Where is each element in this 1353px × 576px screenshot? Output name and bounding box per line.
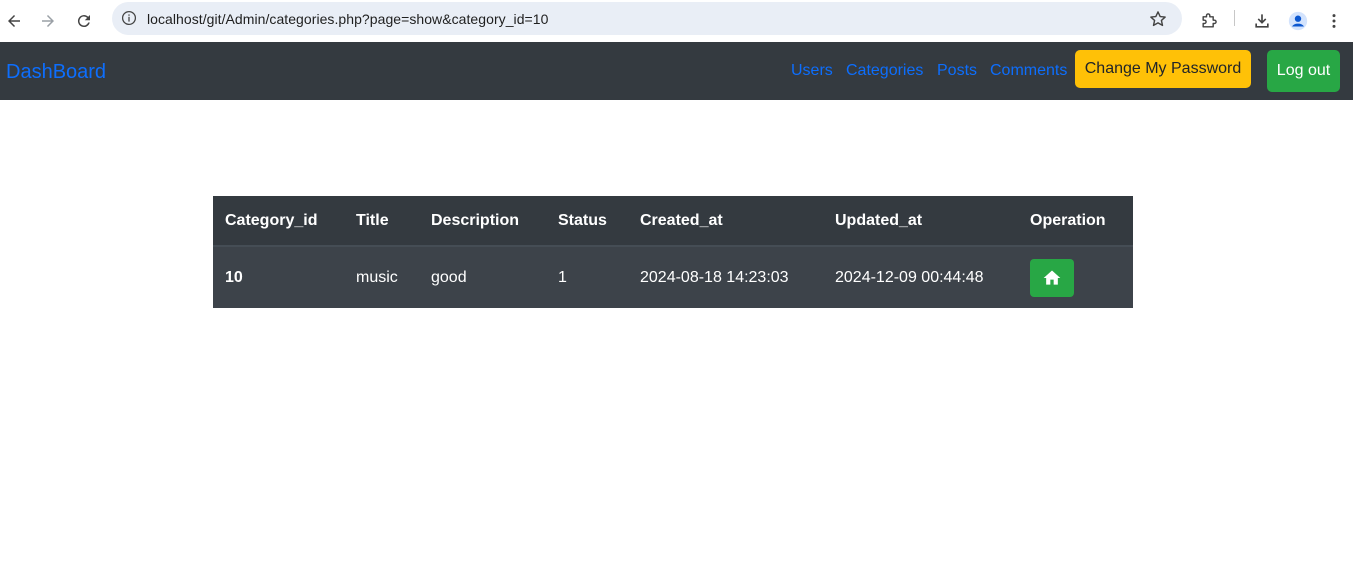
column-header: Category_id bbox=[213, 196, 344, 247]
column-header: Updated_at bbox=[823, 196, 1018, 247]
brand-link[interactable]: DashBoard bbox=[6, 61, 106, 84]
logout-button[interactable]: Log out bbox=[1267, 50, 1340, 92]
cell-category-id: 10 bbox=[213, 246, 344, 308]
home-icon bbox=[1043, 270, 1061, 285]
cell-description: good bbox=[419, 246, 546, 308]
cell-updated-at: 2024-12-09 00:44:48 bbox=[823, 246, 1018, 308]
nav-link-posts[interactable]: Posts bbox=[937, 62, 977, 80]
column-header: Description bbox=[419, 196, 546, 247]
category-table: Category_id Title Description Status Cre… bbox=[213, 196, 1133, 308]
column-header: Title bbox=[344, 196, 419, 247]
browser-toolbar: localhost/git/Admin/categories.php?page=… bbox=[0, 0, 1353, 42]
toolbar-separator bbox=[1234, 10, 1235, 26]
nav-link-users[interactable]: Users bbox=[791, 62, 833, 80]
forward-arrow-icon[interactable] bbox=[34, 7, 62, 35]
dashboard-navbar: DashBoard Users Categories Posts Comment… bbox=[0, 42, 1353, 100]
table-row: 10 music good 1 2024-08-18 14:23:03 2024… bbox=[213, 246, 1133, 308]
column-header: Created_at bbox=[628, 196, 823, 247]
home-button[interactable] bbox=[1030, 258, 1074, 297]
address-bar[interactable]: localhost/git/Admin/categories.php?page=… bbox=[112, 2, 1182, 35]
nav-link-comments[interactable]: Comments bbox=[990, 62, 1067, 80]
cell-title: music bbox=[344, 246, 419, 308]
download-icon[interactable] bbox=[1248, 7, 1276, 35]
site-info-icon[interactable] bbox=[119, 8, 139, 28]
column-header: Operation bbox=[1018, 196, 1133, 247]
reload-icon[interactable] bbox=[70, 7, 98, 35]
menu-dots-icon[interactable] bbox=[1320, 7, 1348, 35]
cell-operation bbox=[1018, 246, 1133, 308]
extensions-icon[interactable] bbox=[1195, 7, 1223, 35]
bookmark-star-icon[interactable] bbox=[1148, 9, 1168, 29]
nav-link-categories[interactable]: Categories bbox=[846, 62, 923, 80]
cell-created-at: 2024-08-18 14:23:03 bbox=[628, 246, 823, 308]
change-password-button[interactable]: Change My Password bbox=[1075, 50, 1251, 88]
back-arrow-icon[interactable] bbox=[0, 7, 28, 35]
table-header-row: Category_id Title Description Status Cre… bbox=[213, 196, 1133, 247]
url-text[interactable]: localhost/git/Admin/categories.php?page=… bbox=[147, 11, 548, 27]
column-header: Status bbox=[546, 196, 628, 247]
cell-status: 1 bbox=[546, 246, 628, 308]
profile-icon[interactable] bbox=[1284, 7, 1312, 35]
